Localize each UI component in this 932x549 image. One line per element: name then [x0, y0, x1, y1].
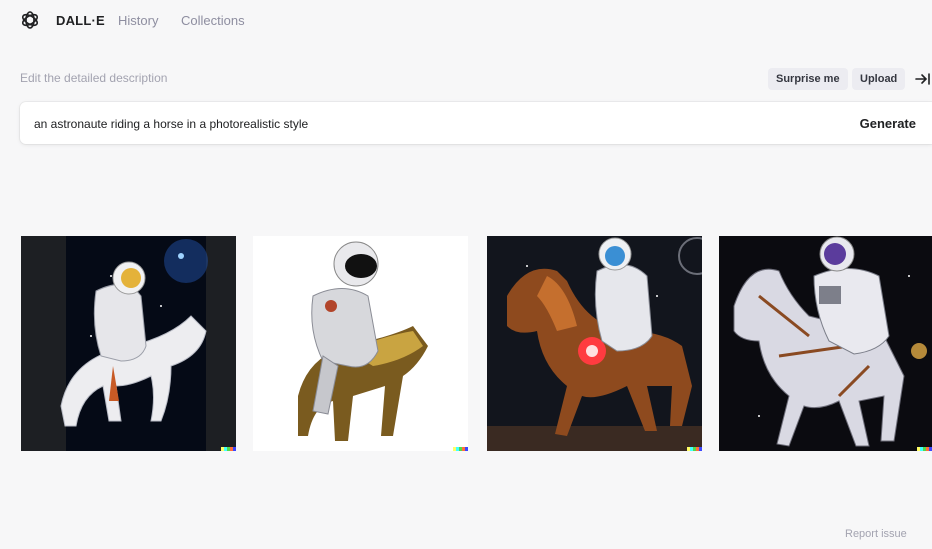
generate-button[interactable]: Generate [854, 102, 922, 144]
result-image-2[interactable] [253, 236, 468, 451]
result-image-3[interactable] [487, 236, 702, 451]
openai-logo-icon[interactable] [20, 10, 40, 30]
dalle-signature [453, 447, 468, 451]
nav-link-collections[interactable]: Collections [181, 13, 245, 28]
dalle-signature [687, 447, 702, 451]
report-issue-link[interactable]: Report issue [845, 528, 907, 540]
result-image-4[interactable] [719, 236, 932, 451]
upload-button[interactable]: Upload [852, 68, 906, 90]
nav-brand-dalle[interactable]: DALL·E [56, 13, 105, 28]
description-label: Edit the detailed description [20, 71, 168, 85]
dalle-signature [221, 447, 236, 451]
result-image-1[interactable] [21, 236, 236, 451]
prompt-bar: Generate [20, 102, 932, 146]
dalle-signature [917, 447, 932, 451]
collapse-right-icon[interactable] [914, 69, 932, 89]
surprise-me-button[interactable]: Surprise me [768, 68, 848, 90]
prompt-input[interactable] [32, 102, 816, 146]
top-navigation: DALL·E History Collections [0, 0, 932, 42]
nav-link-history[interactable]: History [118, 13, 158, 28]
